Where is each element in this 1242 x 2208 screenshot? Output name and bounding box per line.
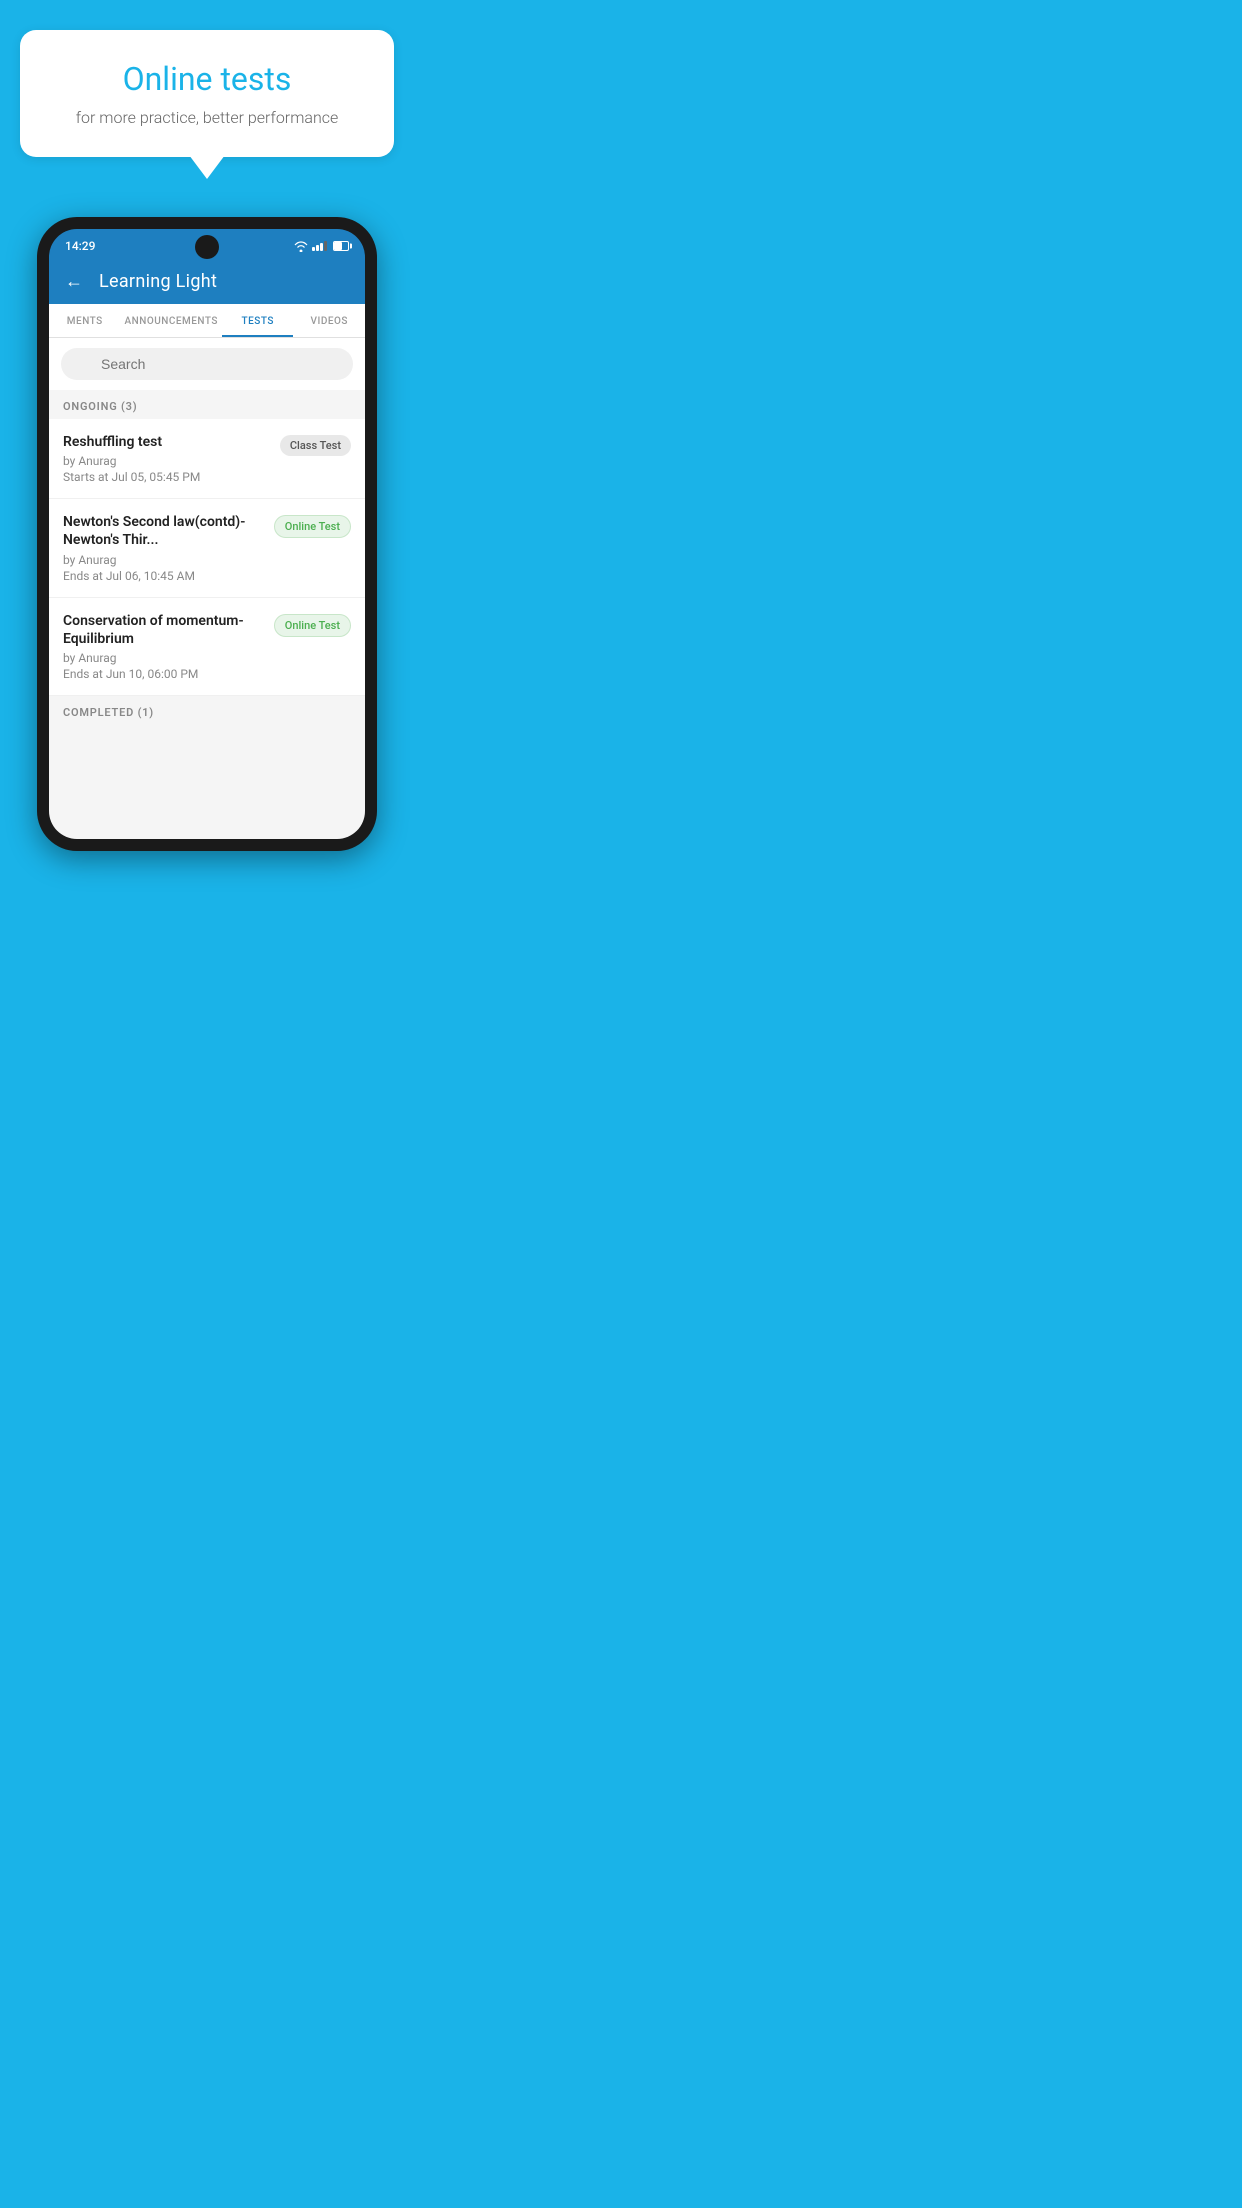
search-container: 🔍: [49, 338, 365, 390]
phone-screen: ← Learning Light MENTS ANNOUNCEMENTS TES…: [49, 259, 365, 839]
test-item-2[interactable]: Newton's Second law(contd)-Newton's Thir…: [49, 499, 365, 597]
search-input[interactable]: [61, 348, 353, 380]
phone-notch: [195, 235, 219, 259]
ongoing-section-header: ONGOING (3): [49, 390, 365, 419]
test-date-2: Ends at Jul 06, 10:45 AM: [63, 569, 264, 583]
tabs-bar: MENTS ANNOUNCEMENTS TESTS VIDEOS: [49, 304, 365, 338]
test-author-2: by Anurag: [63, 553, 264, 567]
tab-announcements[interactable]: ANNOUNCEMENTS: [121, 304, 222, 337]
search-wrapper: 🔍: [61, 348, 353, 380]
test-badge-2: Online Test: [274, 515, 351, 538]
test-badge-1: Class Test: [280, 435, 351, 456]
test-date-1: Starts at Jul 05, 05:45 PM: [63, 470, 270, 484]
test-author-1: by Anurag: [63, 454, 270, 468]
test-name-3: Conservation of momentum-Equilibrium: [63, 612, 264, 648]
tab-videos[interactable]: VIDEOS: [293, 304, 365, 337]
test-list: Reshuffling test by Anurag Starts at Jul…: [49, 419, 365, 696]
speech-bubble-subtitle: for more practice, better performance: [40, 108, 374, 127]
test-date-3: Ends at Jun 10, 06:00 PM: [63, 667, 264, 681]
phone-frame: 14:29: [37, 217, 377, 851]
app-header: ← Learning Light: [49, 259, 365, 304]
test-name-2: Newton's Second law(contd)-Newton's Thir…: [63, 513, 264, 549]
completed-section-header: COMPLETED (1): [49, 696, 365, 725]
tab-ments[interactable]: MENTS: [49, 304, 121, 337]
wifi-icon: [294, 241, 308, 252]
phone-mockup: 14:29: [37, 217, 377, 851]
test-info-2: Newton's Second law(contd)-Newton's Thir…: [63, 513, 264, 582]
status-time: 14:29: [65, 239, 95, 253]
status-icons: [294, 241, 349, 252]
test-author-3: by Anurag: [63, 651, 264, 665]
app-title: Learning Light: [99, 271, 217, 292]
test-item-1[interactable]: Reshuffling test by Anurag Starts at Jul…: [49, 419, 365, 499]
test-info-3: Conservation of momentum-Equilibrium by …: [63, 612, 264, 681]
test-badge-3: Online Test: [274, 614, 351, 637]
test-item-3[interactable]: Conservation of momentum-Equilibrium by …: [49, 598, 365, 696]
tab-tests[interactable]: TESTS: [222, 304, 294, 337]
back-button[interactable]: ←: [65, 271, 83, 292]
status-bar: 14:29: [49, 229, 365, 259]
speech-bubble: Online tests for more practice, better p…: [20, 30, 394, 157]
test-info-1: Reshuffling test by Anurag Starts at Jul…: [63, 433, 270, 484]
test-name-1: Reshuffling test: [63, 433, 270, 451]
speech-bubble-title: Online tests: [40, 60, 374, 98]
speech-bubble-section: Online tests for more practice, better p…: [0, 0, 414, 167]
battery-icon: [333, 241, 349, 251]
signal-icon: [312, 241, 327, 251]
